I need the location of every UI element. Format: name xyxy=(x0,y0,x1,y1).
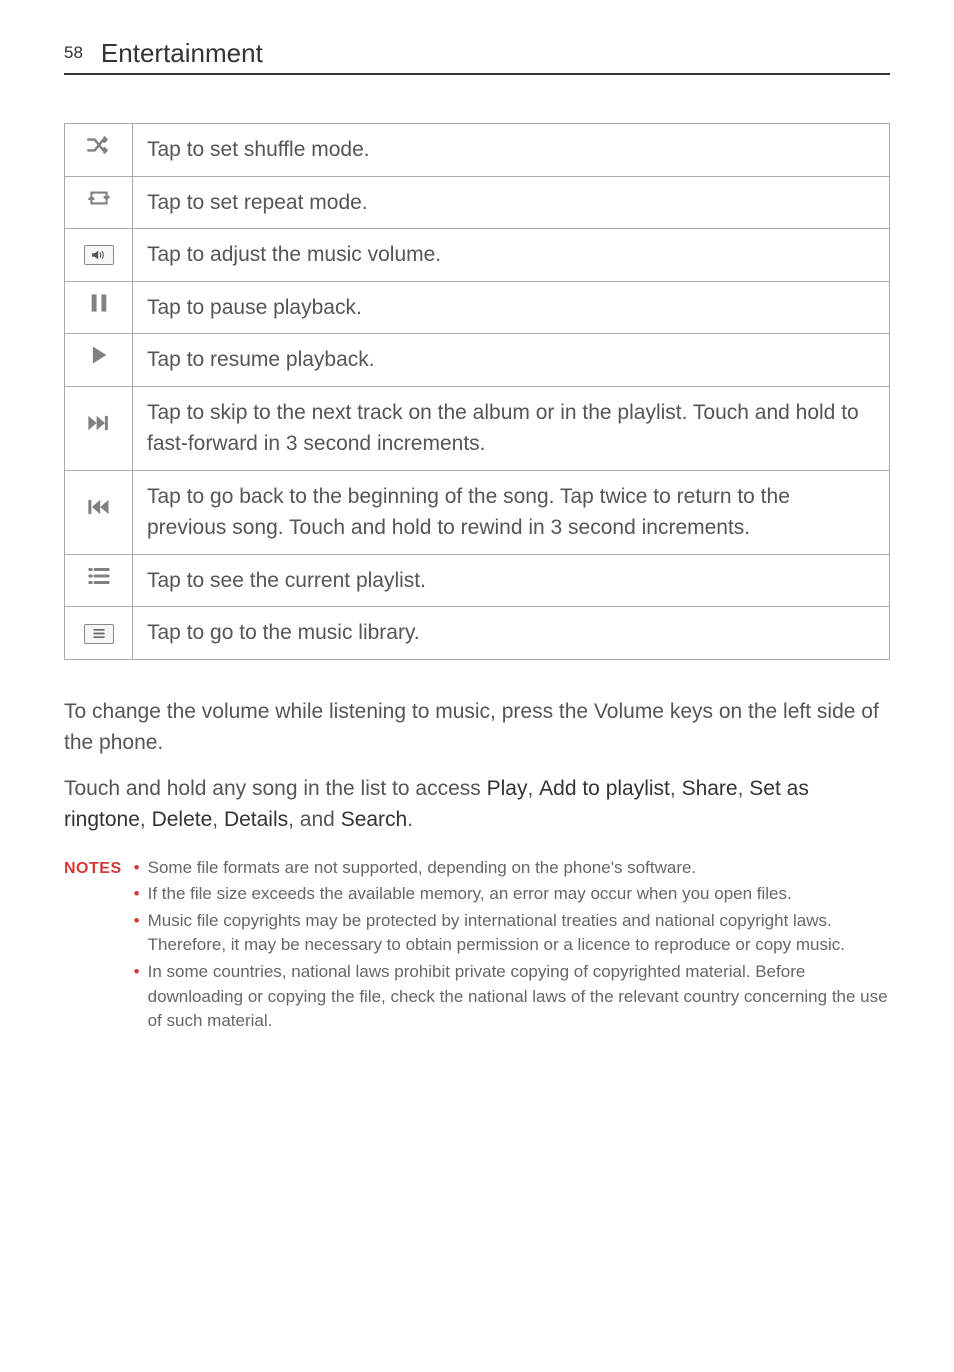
play-icon xyxy=(65,334,133,387)
library-icon xyxy=(65,607,133,660)
control-description: Tap to resume playback. xyxy=(133,334,890,387)
table-row: Tap to pause playback. xyxy=(65,281,890,334)
control-description: Tap to pause playback. xyxy=(133,281,890,334)
control-description: Tap to skip to the next track on the alb… xyxy=(133,386,890,470)
table-row: Tap to skip to the next track on the alb… xyxy=(65,386,890,470)
control-description: Tap to go back to the beginning of the s… xyxy=(133,470,890,554)
notes-label: NOTES xyxy=(64,856,122,1036)
menu-item-label: Share xyxy=(682,777,738,800)
control-description: Tap to adjust the music volume. xyxy=(133,229,890,282)
table-row: Tap to see the current playlist. xyxy=(65,554,890,607)
pause-icon xyxy=(65,281,133,334)
section-title: Entertainment xyxy=(101,38,263,69)
control-description: Tap to set repeat mode. xyxy=(133,176,890,229)
note-item: In some countries, national laws prohibi… xyxy=(134,960,890,1034)
menu-item-label: Search xyxy=(341,808,408,831)
repeat-icon xyxy=(65,176,133,229)
page-header: 58 Entertainment xyxy=(64,38,890,75)
shuffle-icon xyxy=(65,124,133,177)
control-description: Tap to set shuffle mode. xyxy=(133,124,890,177)
playlist-icon xyxy=(65,554,133,607)
table-row: Tap to go back to the beginning of the s… xyxy=(65,470,890,554)
table-row: Tap to set shuffle mode. xyxy=(65,124,890,177)
context-menu-paragraph: Touch and hold any song in the list to a… xyxy=(64,773,890,836)
volume-paragraph: To change the volume while listening to … xyxy=(64,696,890,759)
table-row: Tap to resume playback. xyxy=(65,334,890,387)
note-item: Some file formats are not supported, dep… xyxy=(134,856,890,881)
note-item: If the file size exceeds the available m… xyxy=(134,882,890,907)
page-number: 58 xyxy=(64,43,83,63)
prev-track-icon xyxy=(65,470,133,554)
menu-item-label: Details xyxy=(224,808,288,831)
table-row: Tap to adjust the music volume. xyxy=(65,229,890,282)
volume-icon xyxy=(65,229,133,282)
control-description: Tap to go to the music library. xyxy=(133,607,890,660)
menu-item-label: Delete xyxy=(152,808,213,831)
control-description: Tap to see the current playlist. xyxy=(133,554,890,607)
table-row: Tap to set repeat mode. xyxy=(65,176,890,229)
controls-table: Tap to set shuffle mode.Tap to set repea… xyxy=(64,123,890,660)
menu-item-label: Play xyxy=(487,777,528,800)
menu-item-label: Add to playlist xyxy=(539,777,670,800)
next-track-icon xyxy=(65,386,133,470)
table-row: Tap to go to the music library. xyxy=(65,607,890,660)
note-item: Music file copyrights may be protected b… xyxy=(134,909,890,958)
notes-list: Some file formats are not supported, dep… xyxy=(134,856,890,1036)
notes-section: NOTES Some file formats are not supporte… xyxy=(64,856,890,1036)
